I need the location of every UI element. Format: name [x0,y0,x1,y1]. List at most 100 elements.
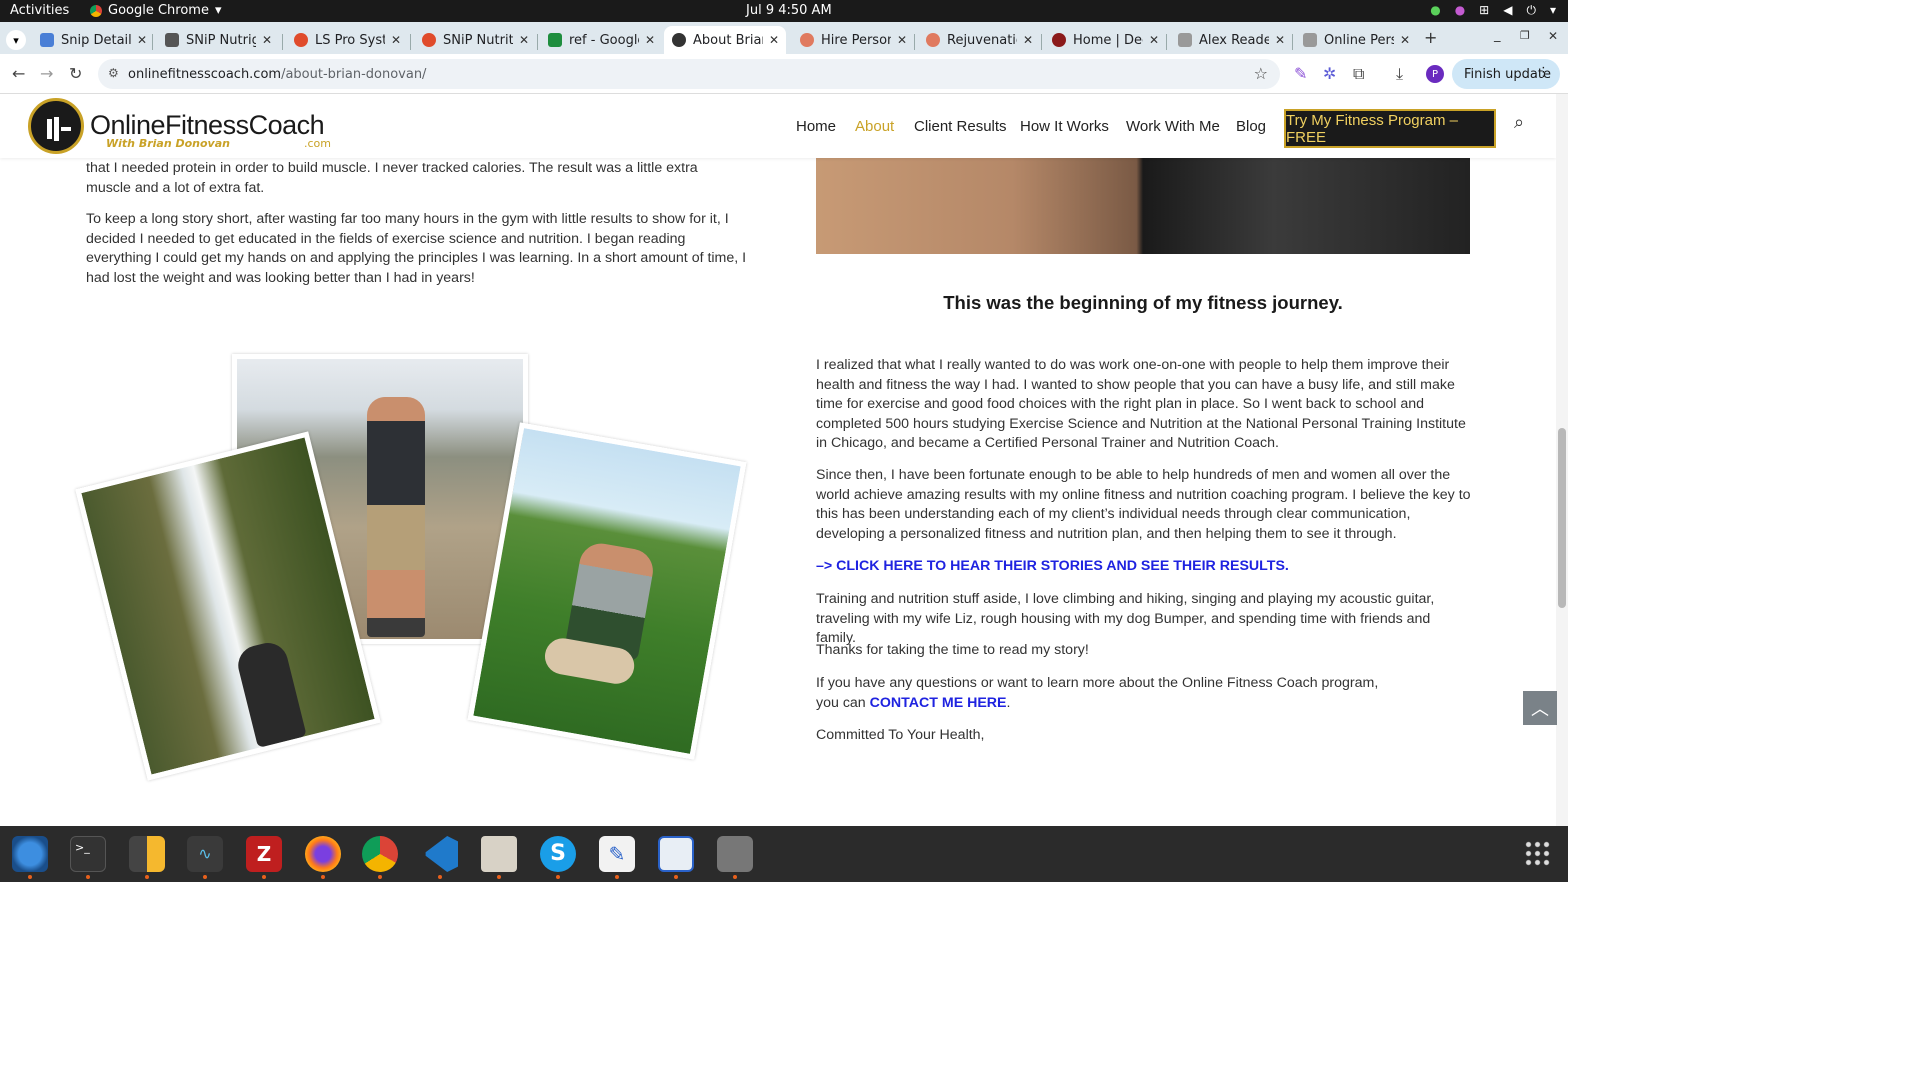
extensions-icon[interactable]: ⧉ [1353,64,1364,84]
disk-icon[interactable] [717,836,753,872]
new-tab-icon[interactable]: + [1424,28,1437,47]
system-tray[interactable]: ● ● ⊞ ◀ ⏻ ▾ [1430,3,1556,18]
tab-snip-nutrig[interactable]: SNiP Nutrig ✕ [157,26,277,54]
skype-icon[interactable]: S [540,836,576,872]
nav-about[interactable]: About [855,118,894,135]
more-icon[interactable]: ⋮ [1537,65,1550,80]
app-name: Google Chrome [108,3,209,18]
close-icon[interactable]: ✕ [262,33,272,47]
clock[interactable]: Jul 9 4:50 AM [746,3,832,18]
volume-icon[interactable]: ◀ [1503,3,1512,18]
tab-about-brian[interactable]: About Brian ✕ [664,26,786,54]
finish-update-button[interactable]: Finish update ⋮ [1452,59,1560,89]
minimize-icon[interactable]: _ [1494,28,1501,43]
back-to-top-button[interactable]: ︿ [1523,691,1557,725]
logo-mark [28,98,84,154]
profile-avatar[interactable]: P [1426,65,1444,83]
taskbar-dock: >_ ∿ Z S ✎ [0,826,1568,882]
close-icon[interactable]: ✕ [391,33,401,47]
app-menu[interactable]: Google Chrome ▾ [90,3,222,18]
site-info-icon[interactable]: ⚙ [108,66,119,80]
power-icon[interactable]: ⏻ [1526,3,1536,18]
close-icon[interactable]: ✕ [1275,33,1285,47]
ls-icon [294,33,308,47]
nav-client-results[interactable]: Client Results [914,118,1007,135]
pen-extension-icon[interactable]: ✎ [1294,64,1307,83]
close-icon[interactable]: ✕ [645,33,655,47]
nav-home[interactable]: Home [796,118,836,135]
tab-snip-details[interactable]: Snip Details ✕ [32,26,152,54]
reload-icon[interactable]: ↻ [69,64,82,83]
nav-work-with-me[interactable]: Work With Me [1126,118,1220,135]
site-icon [800,33,814,47]
tab-snip-nutriti[interactable]: SNiP Nutriti ✕ [414,26,534,54]
chevron-down-icon[interactable]: ▾ [1550,3,1556,18]
nav-blog[interactable]: Blog [1236,118,1266,135]
right-paragraph-2: Since then, I have been fortunate enough… [816,467,1471,542]
tab-rejuvenatio[interactable]: Rejuvenatio ✕ [918,26,1038,54]
maximize-icon[interactable]: ❐ [1520,29,1530,42]
document-viewer-icon[interactable] [658,836,694,872]
ls-icon [422,33,436,47]
person-figure [367,397,425,637]
nav-how-it-works[interactable]: How It Works [1020,118,1109,135]
calculator-icon[interactable] [129,836,165,872]
close-icon[interactable]: ✕ [897,33,907,47]
try-program-button[interactable]: Try My Fitness Program – FREE [1284,109,1496,148]
close-icon[interactable]: ✕ [1149,33,1159,47]
extension-icon[interactable]: ● [1455,3,1465,18]
bookmark-star-icon[interactable]: ☆ [1254,64,1268,83]
show-apps-icon[interactable] [1524,840,1552,868]
before-after-photo [816,158,1470,254]
site-logo[interactable]: OnlineFitnessCoach With Brian Donovan .c… [28,98,348,154]
tab-home-decl[interactable]: Home | Decl✕ [1044,26,1164,54]
firefox-icon[interactable] [305,836,341,872]
update-icon[interactable]: ● [1430,3,1440,18]
scrollbar-thumb[interactable] [1558,428,1566,608]
back-icon[interactable]: ← [12,64,25,83]
chrome-icon[interactable] [362,836,398,872]
close-window-icon[interactable]: ✕ [1548,29,1558,43]
results-link[interactable]: –> CLICK HERE TO HEAR THEIR STORIES AND … [816,557,1472,577]
text-editor-icon[interactable]: ✎ [599,836,635,872]
close-icon[interactable]: ✕ [1023,33,1033,47]
settings-extension-icon[interactable]: ✲ [1323,64,1336,83]
close-icon[interactable]: ✕ [769,33,779,47]
tab-alex-reader[interactable]: Alex Reader✕ [1170,26,1290,54]
search-icon[interactable]: ⌕ [1514,112,1524,133]
network-icon[interactable]: ⊞ [1479,3,1489,18]
filezilla-icon[interactable]: Z [246,836,282,872]
logo-com: .com [304,137,331,150]
tab-ls-pro[interactable]: LS Pro Syste✕ [286,26,406,54]
tab-ref-google[interactable]: ref - Google ✕ [540,26,660,54]
tab-search-icon[interactable]: ▾ [6,30,26,50]
journey-heading: This was the beginning of my fitness jou… [943,292,1343,313]
download-icon[interactable]: ⤓ [1396,64,1403,84]
close-icon[interactable]: ✕ [519,33,529,47]
close-icon[interactable]: ✕ [137,33,147,47]
contact-link[interactable]: CONTACT ME HERE [870,695,1007,711]
close-icon[interactable]: ✕ [1400,33,1410,47]
system-monitor-icon[interactable]: ∿ [187,836,223,872]
site-icon [926,33,940,47]
files-icon[interactable] [481,836,517,872]
browser-toolbar: ← → ↻ ⚙ onlinefitnesscoach.com/about-bri… [0,54,1568,94]
vscode-icon[interactable] [425,836,458,872]
forward-icon[interactable]: → [40,64,53,83]
logo-subtitle: With Brian Donovan [106,137,230,150]
dumbbell-icon [47,117,71,141]
snip-icon [165,33,179,47]
terminal-icon[interactable]: >_ [70,836,106,872]
tab-online-pers[interactable]: Online Pers ✕ [1295,26,1415,54]
site-icon [672,33,686,47]
right-paragraph-1: I realized that what I really wanted to … [816,357,1466,451]
chrome-icon [90,4,102,17]
chevron-down-icon: ▾ [214,3,222,18]
address-bar[interactable]: ⚙ onlinefitnesscoach.com/about-brian-don… [98,59,1280,89]
signoff-text: Committed To Your Health, [816,727,985,743]
site-icon [1303,33,1317,47]
activities-button[interactable]: Activities [10,3,69,18]
tab-hire-person[interactable]: Hire Person ✕ [792,26,912,54]
url-host: onlinefitnesscoach.com [128,66,282,82]
thunderbird-icon[interactable] [12,836,48,872]
